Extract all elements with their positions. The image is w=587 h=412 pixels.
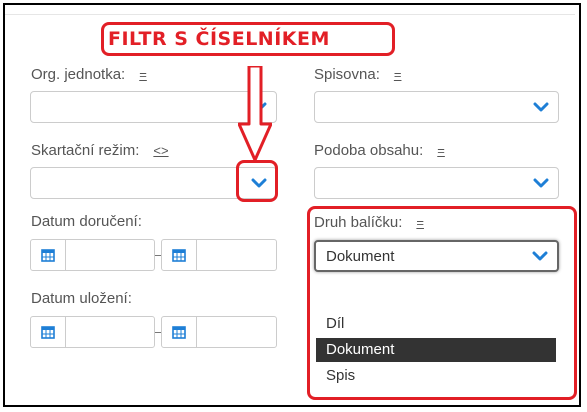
spisovna-label: Spisovna: =	[314, 66, 401, 83]
spisovna-operator[interactable]: =	[394, 67, 402, 82]
datum-ulozeni-label: Datum uložení:	[31, 290, 132, 307]
skartacni-rezim-label: Skartační režim: <>	[31, 142, 169, 159]
org-jednotka-label: Org. jednotka: =	[31, 66, 147, 83]
podoba-obsahu-operator[interactable]: =	[437, 143, 445, 158]
annotation-dropdown-highlight	[307, 206, 577, 400]
datum-doruceni-label: Datum doručení:	[31, 213, 142, 230]
annotation-title-box	[101, 22, 395, 56]
spisovna-label-text: Spisovna:	[314, 66, 380, 83]
org-jednotka-label-text: Org. jednotka:	[31, 66, 126, 83]
datum-ulozeni-from[interactable]	[30, 316, 155, 348]
podoba-obsahu-select[interactable]	[314, 167, 559, 199]
skartacni-rezim-operator[interactable]: <>	[153, 143, 168, 158]
datum-ulozeni-to[interactable]	[161, 316, 277, 348]
podoba-obsahu-label: Podoba obsahu: =	[314, 142, 445, 159]
calendar-icon[interactable]	[162, 240, 197, 270]
divider	[5, 14, 575, 15]
datum-doruceni-to[interactable]	[161, 239, 277, 271]
calendar-icon[interactable]	[31, 317, 66, 347]
calendar-icon[interactable]	[31, 240, 66, 270]
spisovna-select[interactable]	[314, 91, 559, 123]
org-jednotka-operator[interactable]: =	[139, 67, 147, 82]
down-arrow-icon	[238, 66, 272, 162]
chevron-down-icon	[533, 101, 549, 113]
datum-doruceni-from[interactable]	[30, 239, 155, 271]
podoba-obsahu-label-text: Podoba obsahu:	[314, 142, 424, 159]
calendar-icon[interactable]	[162, 317, 197, 347]
skartacni-rezim-label-text: Skartační režim:	[31, 142, 140, 159]
chevron-down-icon	[533, 177, 549, 189]
annotation-chevron-highlight	[236, 160, 278, 202]
